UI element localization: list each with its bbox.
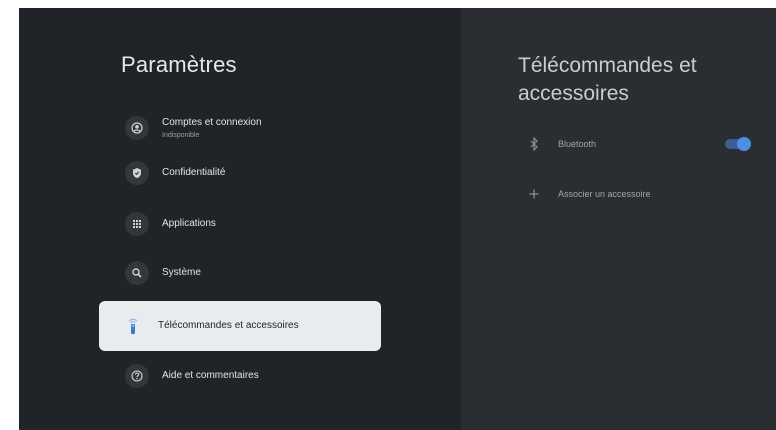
plus-icon	[526, 186, 542, 202]
bluetooth-icon	[526, 136, 542, 152]
settings-menu-panel: Paramètres Comptes et connexion Indispon…	[19, 8, 461, 430]
menu-item-label: Applications	[162, 218, 216, 229]
detail-title: Télécommandes et accessoires	[518, 54, 697, 105]
menu-item-applications[interactable]: Applications	[99, 199, 381, 249]
page-title: Paramètres	[121, 52, 237, 77]
detail-panel: Télécommandes et accessoires Bluetooth A…	[461, 8, 776, 430]
menu-item-label: Comptes et connexion	[162, 117, 262, 128]
account-circle-icon	[125, 116, 149, 140]
apps-grid-icon	[125, 212, 149, 236]
search-icon	[125, 261, 149, 285]
tv-settings-screen: Paramètres Comptes et connexion Indispon…	[19, 8, 776, 430]
bluetooth-row[interactable]: Bluetooth	[518, 129, 768, 159]
menu-item-label: Confidentialité	[162, 167, 226, 178]
menu-item-accounts[interactable]: Comptes et connexion Indisponible	[99, 103, 381, 153]
menu-item-privacy[interactable]: Confidentialité	[99, 148, 381, 198]
pair-accessory-label: Associer un accessoire	[558, 189, 651, 199]
menu-item-system[interactable]: Système	[99, 248, 381, 298]
toggle-knob	[737, 137, 751, 151]
menu-item-help-feedback[interactable]: Aide et commentaires	[99, 351, 381, 401]
menu-item-label: Aide et commentaires	[162, 370, 259, 381]
menu-item-remotes-accessories[interactable]: Télécommandes et accessoires	[99, 301, 381, 351]
bluetooth-toggle[interactable]	[725, 137, 751, 151]
help-icon	[125, 364, 149, 388]
shield-icon	[125, 161, 149, 185]
menu-item-label: Système	[162, 267, 201, 278]
menu-item-sublabel: Indisponible	[162, 132, 200, 139]
menu-item-label: Télécommandes et accessoires	[158, 320, 299, 331]
pair-accessory-row[interactable]: Associer un accessoire	[518, 179, 768, 209]
bluetooth-label: Bluetooth	[558, 139, 597, 149]
remote-icon	[121, 314, 145, 338]
